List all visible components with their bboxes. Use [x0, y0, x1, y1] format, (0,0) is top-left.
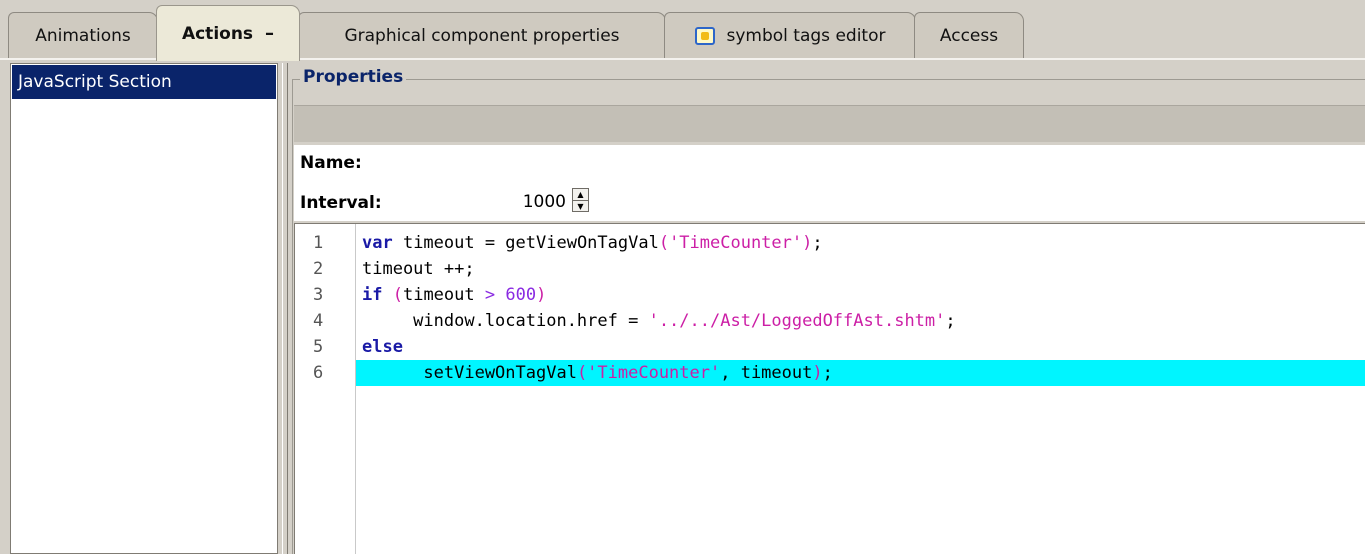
tab-label: symbol tags editor	[726, 26, 886, 46]
tab-access[interactable]: Access	[914, 12, 1024, 59]
code-token: setViewOnTagVal	[362, 363, 577, 383]
code-token: '../../Ast/LoggedOffAst.shtm'	[648, 311, 946, 331]
code-line[interactable]: 1 var timeout = getViewOnTagVal('TimeCoun…	[295, 230, 1365, 256]
interval-label: Interval:	[300, 193, 382, 213]
code-token: )	[812, 363, 823, 383]
code-token: var	[362, 233, 393, 253]
code-token: )	[536, 285, 547, 305]
tab-animations[interactable]: Animations	[8, 12, 158, 59]
line-number: 6	[313, 363, 324, 383]
code-line[interactable]: 2 timeout ++;	[295, 256, 1365, 282]
line-number: 4	[313, 311, 324, 331]
tab-actions[interactable]: Actions –	[156, 5, 300, 61]
tab-graphical-component-properties[interactable]: Graphical component properties	[298, 12, 666, 59]
name-label: Name:	[300, 153, 362, 173]
tab-label: Actions	[181, 23, 254, 44]
code-text: timeout ++;	[356, 256, 1365, 282]
code-line[interactable]: 3 if (timeout > 600)	[295, 282, 1365, 308]
code-line[interactable]: 4 window.location.href = '../../Ast/Logg…	[295, 308, 1365, 334]
code-token: timeout	[402, 285, 485, 305]
tab-label: Access	[939, 26, 999, 46]
section-list: JavaScript Section	[10, 63, 278, 554]
code-text: setViewOnTagVal('TimeCounter', timeout);	[356, 360, 1365, 386]
tab-label: Graphical component properties	[344, 26, 620, 46]
code-token: >	[484, 285, 496, 305]
code-token: timeout = getViewOnTagVal	[392, 233, 659, 253]
code-text: if (timeout > 600)	[356, 282, 1365, 308]
code-token: timeout ++;	[362, 259, 475, 279]
tab-label: Animations	[35, 26, 131, 46]
tab-symbol-tags-editor[interactable]: symbol tags editor	[664, 12, 916, 59]
code-text: else	[356, 334, 1365, 360]
code-token: ;	[822, 363, 833, 383]
properties-toolbar	[294, 105, 1365, 142]
close-icon[interactable]: –	[265, 23, 274, 44]
properties-title: Properties	[300, 67, 407, 87]
line-number: 5	[313, 337, 324, 357]
list-item-javascript-section[interactable]: JavaScript Section	[12, 65, 276, 99]
spin-down-icon[interactable]: ▼	[573, 200, 588, 212]
name-row: Name:	[294, 145, 1365, 186]
code-editor[interactable]: 1 var timeout = getViewOnTagVal('TimeCoun…	[294, 223, 1365, 554]
interval-row: Interval: 1000 ▲ ▼	[294, 185, 1365, 221]
line-number: 1	[313, 233, 324, 253]
code-token: ('TimeCounter')	[658, 233, 813, 253]
line-number: 3	[313, 285, 324, 305]
interval-spinner[interactable]: ▲ ▼	[572, 188, 589, 212]
code-token: , timeout	[720, 363, 813, 383]
code-text: var timeout = getViewOnTagVal('TimeCount…	[356, 230, 1365, 256]
code-text: window.location.href = '../../Ast/Logged…	[356, 308, 1365, 334]
code-token: ;	[812, 233, 823, 253]
code-token: (	[382, 285, 403, 305]
spin-up-icon[interactable]: ▲	[573, 189, 588, 200]
tab-strip: Animations Actions – Graphical component…	[0, 0, 1365, 61]
code-token: else	[362, 337, 403, 357]
code-line[interactable]: 6 setViewOnTagVal('TimeCounter', timeout…	[295, 360, 1365, 386]
code-line[interactable]: 5 else	[295, 334, 1365, 360]
properties-panel: Properties Name: Interval: 1000 ▲ ▼ 1 var…	[288, 63, 1365, 554]
code-token: 600	[495, 285, 537, 305]
code-token: window.location.href =	[362, 311, 649, 331]
line-number: 2	[313, 259, 324, 279]
code-token: ('TimeCounter'	[576, 363, 721, 383]
code-token: if	[362, 285, 383, 305]
code-token: ;	[945, 311, 956, 331]
tag-icon	[694, 27, 715, 45]
interval-input[interactable]: 1000	[512, 192, 566, 212]
